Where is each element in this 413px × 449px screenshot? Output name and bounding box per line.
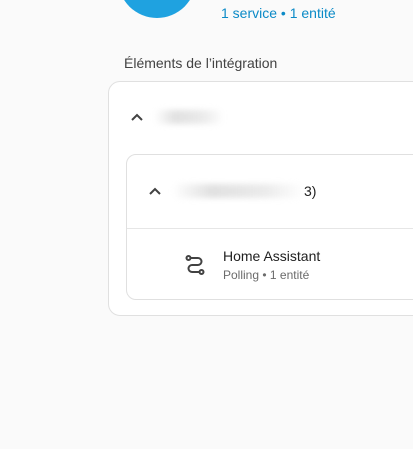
integration-logo [118, 0, 196, 18]
device-header-row[interactable]: 3) [127, 155, 413, 229]
entry-title: Home Assistant [223, 248, 321, 264]
chevron-up-icon[interactable] [130, 110, 144, 124]
chevron-up-icon[interactable] [148, 184, 162, 198]
entities-link[interactable]: 1 entité [290, 5, 336, 21]
device-name-redacted [172, 184, 304, 198]
group-name-redacted [154, 110, 224, 124]
services-link[interactable]: 1 service [221, 5, 277, 21]
integration-page: 1 service • 1 entité Éléments de l’intég… [0, 0, 413, 449]
integration-link-icon [183, 253, 207, 277]
integration-summary: 1 service • 1 entité [221, 5, 336, 21]
group-header-row[interactable] [109, 82, 413, 152]
device-name-suffix: 3) [304, 183, 317, 199]
device-card: 3) Home Assistant Polling • 1 entité [126, 154, 413, 300]
config-entry-row[interactable]: Home Assistant Polling • 1 entité [127, 229, 413, 301]
entry-subtitle: Polling • 1 entité [223, 268, 310, 282]
summary-separator: • [280, 5, 286, 21]
integration-items-card: 3) Home Assistant Polling • 1 entité [108, 81, 413, 316]
section-title: Éléments de l’intégration [124, 55, 278, 71]
